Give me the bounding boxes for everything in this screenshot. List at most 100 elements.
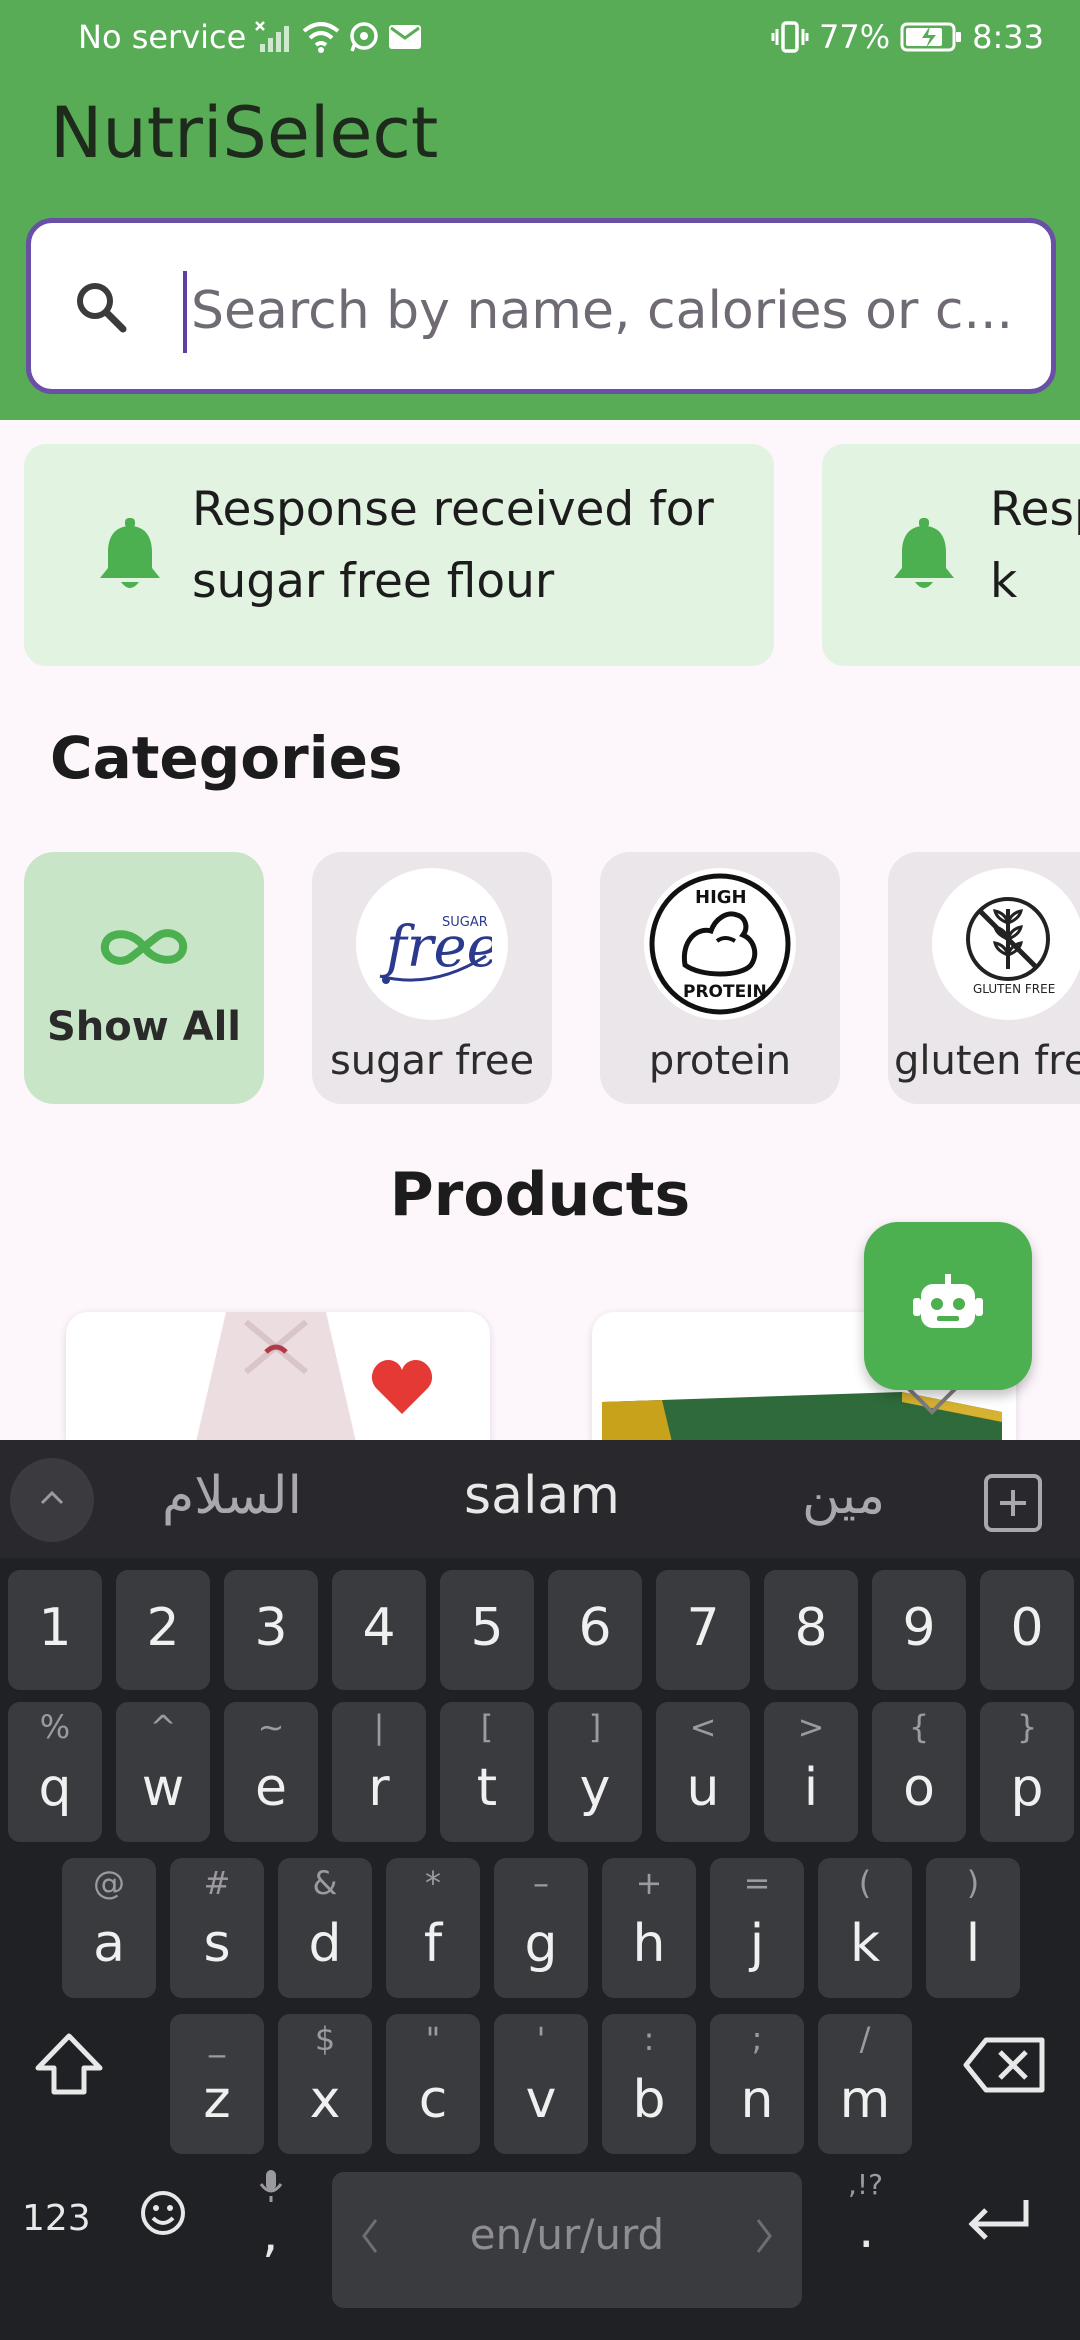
signal-off-icon: [254, 20, 294, 54]
category-sugar-free[interactable]: SUGAR free sugar free: [312, 852, 552, 1104]
key-x[interactable]: $ x: [278, 2014, 372, 2154]
shift-key[interactable]: [24, 2020, 114, 2114]
period-hint: ,!?: [848, 2168, 883, 2201]
key-label: p: [1010, 1758, 1044, 1818]
key-label: s: [203, 1914, 231, 1974]
key-u[interactable]: < u: [656, 1702, 750, 1842]
carrier-text: No service: [78, 18, 247, 56]
key-f[interactable]: * f: [386, 1858, 480, 1998]
key-h[interactable]: + h: [602, 1858, 696, 1998]
clipboard-add-icon[interactable]: [984, 1474, 1042, 1532]
key-5[interactable]: 5: [440, 1570, 534, 1690]
key-secondary-label: ^: [149, 1708, 177, 1746]
key-m[interactable]: / m: [818, 2014, 912, 2154]
key-8[interactable]: 8: [764, 1570, 858, 1690]
key-label: e: [255, 1758, 287, 1818]
search-input[interactable]: [191, 261, 1041, 361]
key-7[interactable]: 7: [656, 1570, 750, 1690]
key-v[interactable]: ' v: [494, 2014, 588, 2154]
notification-card[interactable]: Response received for sugar free flour: [24, 444, 774, 666]
key-label: f: [423, 1914, 443, 1974]
category-list[interactable]: Show All SUGAR free sugar free HIGH PROTEI…: [0, 852, 1080, 1104]
categories-heading: Categories: [50, 724, 403, 792]
key-q[interactable]: % q: [8, 1702, 102, 1842]
key-1[interactable]: 1: [8, 1570, 102, 1690]
key-label: 6: [578, 1598, 612, 1658]
key-secondary-label: %: [39, 1708, 71, 1746]
product-card[interactable]: [66, 1312, 490, 1442]
key-label: j: [749, 1914, 765, 1974]
suggestion-2[interactable]: salam: [464, 1466, 620, 1526]
key-r[interactable]: | r: [332, 1702, 426, 1842]
notification-card[interactable]: Response received for k: [822, 444, 1080, 666]
mic-icon[interactable]: [258, 2168, 284, 2208]
key-p[interactable]: } p: [980, 1702, 1074, 1842]
key-l[interactable]: ) l: [926, 1858, 1020, 1998]
status-bar: No service 77% 8:33: [0, 0, 1080, 76]
soft-keyboard: السلام salam مین 1 2 3 4 5 6 7 8 9 0% q ^ w ~ e | r[t] y <…: [0, 1440, 1080, 2340]
category-show-all[interactable]: Show All: [24, 852, 264, 1104]
key-secondary-label: –: [533, 1864, 549, 1902]
search-bar[interactable]: [26, 218, 1056, 394]
emoji-key[interactable]: [138, 2188, 188, 2242]
key-y[interactable]: ] y: [548, 1702, 642, 1842]
notification-carousel[interactable]: Response received for sugar free flour R…: [0, 444, 1080, 666]
key-label: v: [525, 2070, 557, 2130]
key-e[interactable]: ~ e: [224, 1702, 318, 1842]
key-label: g: [524, 1914, 558, 1974]
key-b[interactable]: :b: [602, 2014, 696, 2154]
key-secondary-label: @: [93, 1864, 125, 1902]
key-k[interactable]: (k: [818, 1858, 912, 1998]
vibrate-icon: [771, 20, 809, 54]
notification-text: Response received for k: [990, 482, 1080, 609]
mail-icon: [388, 23, 422, 51]
numbers-mode-key[interactable]: 123: [22, 2198, 91, 2239]
key-4[interactable]: 4: [332, 1570, 426, 1690]
app-header: No service 77% 8:33 NutriSelect Search b…: [0, 0, 1080, 420]
period-key[interactable]: .: [858, 2200, 875, 2260]
key-a[interactable]: @ a: [62, 1858, 156, 1998]
key-secondary-label: #: [203, 1864, 231, 1902]
key-d[interactable]: & d: [278, 1858, 372, 1998]
key-i[interactable]: > i: [764, 1702, 858, 1842]
key-g[interactable]: – g: [494, 1858, 588, 1998]
key-t[interactable]: [t: [440, 1702, 534, 1842]
suggestion-1[interactable]: السلام: [162, 1466, 302, 1526]
favorite-heart-icon[interactable]: [370, 1358, 434, 1420]
backspace-key[interactable]: [962, 2030, 1052, 2104]
key-label: 0: [1010, 1598, 1044, 1658]
collapse-toolbar-button[interactable]: [10, 1458, 94, 1542]
chatbot-fab-button[interactable]: [864, 1222, 1032, 1390]
space-bar[interactable]: en/ur/urd: [332, 2172, 802, 2308]
key-2[interactable]: 2: [116, 1570, 210, 1690]
key-0[interactable]: 0: [980, 1570, 1074, 1690]
category-gluten-free[interactable]: GLUTEN FREE gluten free: [888, 852, 1080, 1104]
app-title: NutriSelect: [50, 92, 439, 174]
key-9[interactable]: 9: [872, 1570, 966, 1690]
suggestion-3[interactable]: مین: [802, 1466, 885, 1526]
key-c[interactable]: " c: [386, 2014, 480, 2154]
key-label: t: [476, 1758, 498, 1818]
key-label: z: [203, 2070, 231, 2130]
svg-text:HIGH: HIGH: [695, 887, 747, 908]
key-6[interactable]: 6: [548, 1570, 642, 1690]
key-j[interactable]: = j: [710, 1858, 804, 1998]
category-label: Show All: [46, 1004, 242, 1050]
key-s[interactable]: # s: [170, 1858, 264, 1998]
comma-key[interactable]: ,: [262, 2204, 279, 2264]
space-language-label: en/ur/urd: [469, 2210, 665, 2259]
bell-icon: [874, 506, 974, 606]
category-protein[interactable]: HIGH PROTEIN protein: [600, 852, 840, 1104]
key-3[interactable]: 3: [224, 1570, 318, 1690]
key-w[interactable]: ^ w: [116, 1702, 210, 1842]
key-label: a: [93, 1914, 125, 1974]
key-n[interactable]: ; n: [710, 2014, 804, 2154]
key-z[interactable]: _ z: [170, 2014, 264, 2154]
whatsapp-icon: [348, 21, 380, 53]
key-o[interactable]: {o: [872, 1702, 966, 1842]
products-heading: Products: [389, 1160, 691, 1230]
key-label: 1: [38, 1598, 72, 1658]
enter-key[interactable]: [964, 2194, 1034, 2248]
key-label: w: [141, 1758, 185, 1818]
high-protein-icon: HIGH PROTEIN: [644, 868, 796, 1020]
